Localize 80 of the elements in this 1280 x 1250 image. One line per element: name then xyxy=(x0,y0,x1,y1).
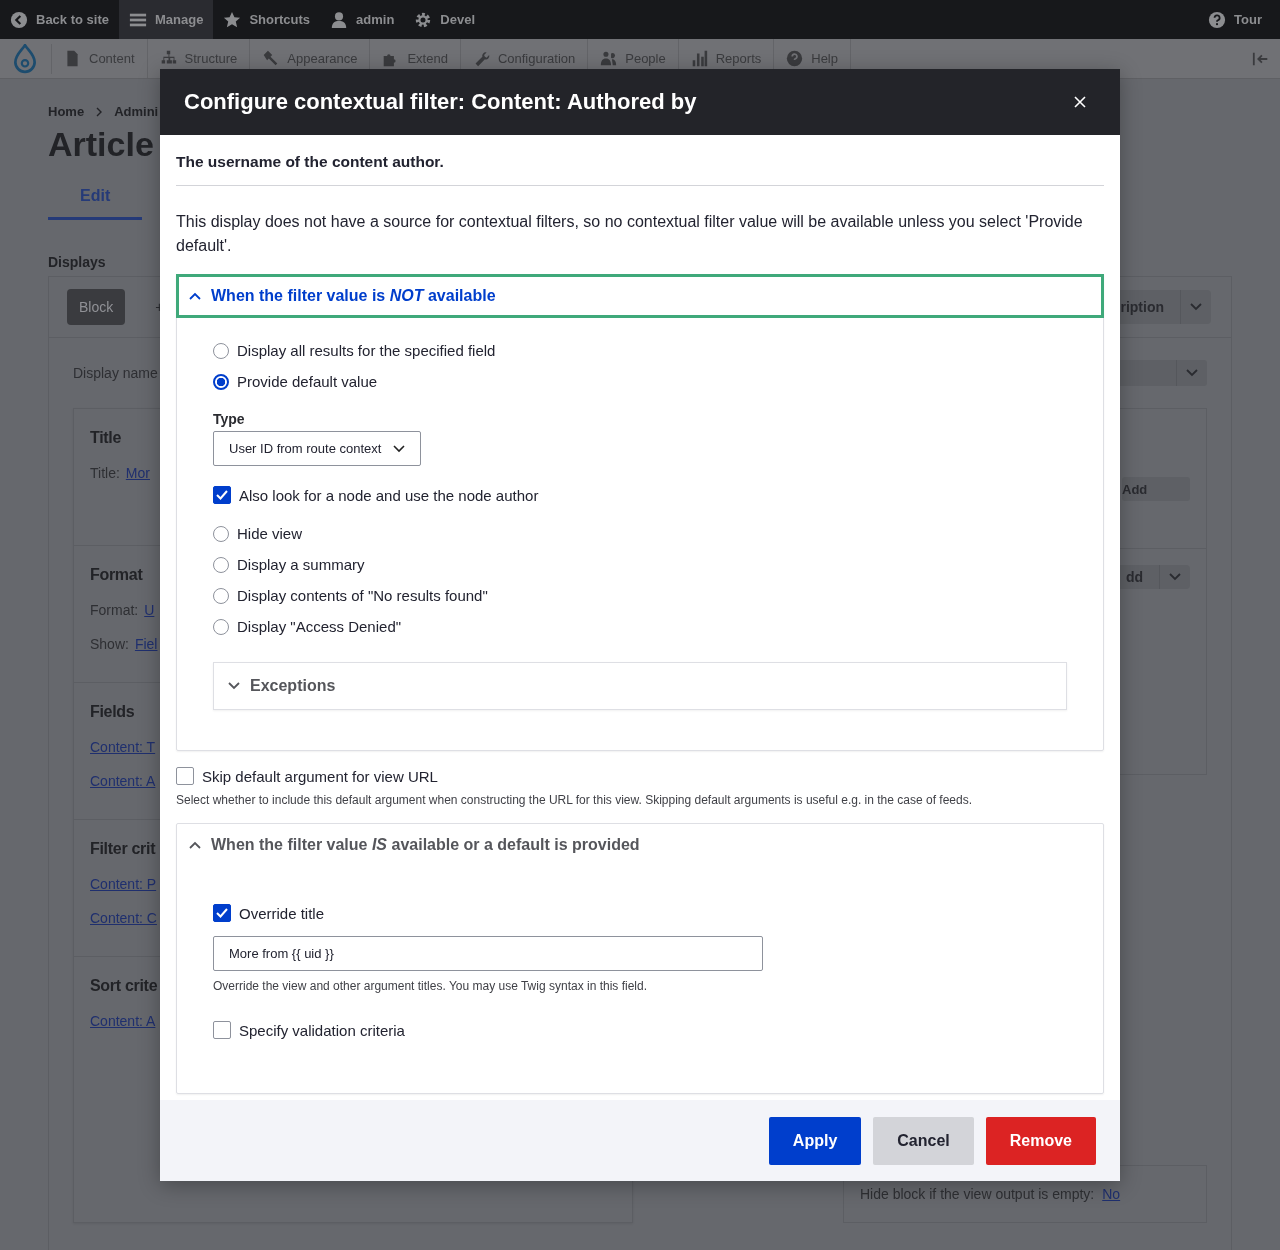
section-title: Sort crite xyxy=(90,977,158,995)
radio-label: Hide view xyxy=(237,525,303,542)
chevron-right-icon xyxy=(96,106,103,117)
setting-link[interactable]: Content: T xyxy=(90,739,156,755)
setting-link[interactable]: No xyxy=(1102,1186,1121,1202)
toolbar-item[interactable]: Manage xyxy=(119,0,214,39)
apply-button[interactable]: Apply xyxy=(768,1116,862,1165)
gear-icon xyxy=(414,10,433,29)
sitemap-icon xyxy=(159,50,177,67)
notice-text: This display does not have a source for contextual filters, so no contextual filter value will be available unless you select 'Provide default'. xyxy=(176,212,1084,256)
setting-label: Format: xyxy=(90,602,139,618)
title-input-field[interactable]: More from {{ uid }} xyxy=(213,936,763,971)
radio-button[interactable] xyxy=(213,373,229,390)
bar-chart-icon xyxy=(690,50,708,67)
checkbox-label: Override title xyxy=(239,904,325,922)
back-icon xyxy=(10,10,28,29)
exceptions-toggle[interactable]: Exceptions xyxy=(213,662,1067,710)
admin-menu-item[interactable]: Content xyxy=(52,39,148,78)
close-icon[interactable] xyxy=(1074,96,1086,108)
section-title: Format xyxy=(90,566,143,584)
section-title: Fields xyxy=(90,703,135,721)
chevron-icon xyxy=(189,292,201,300)
field-description: Override the view and other argument titles. You may use Twig syntax in this field. xyxy=(213,979,648,993)
checkbox[interactable] xyxy=(213,486,231,504)
setting-link[interactable]: Mor xyxy=(125,465,150,481)
checkbox-label: Specify validation criteria xyxy=(239,1021,405,1039)
help-icon xyxy=(1208,10,1227,29)
remove-button[interactable]: Remove xyxy=(985,1116,1096,1165)
setting-link[interactable]: Content: A xyxy=(90,1013,156,1029)
chevron-down-icon xyxy=(1190,303,1202,311)
radio-label: Display "Access Denied" xyxy=(237,618,402,635)
field-label: Type xyxy=(213,411,246,427)
radio-label: Display all results for the specified field xyxy=(237,342,496,359)
document-icon xyxy=(64,50,81,67)
checkbox-label: Skip default argument for view URL xyxy=(202,767,438,785)
section-title: Filter crit xyxy=(90,840,156,858)
setting-link[interactable]: U xyxy=(144,602,155,618)
cancel-button[interactable]: Cancel xyxy=(873,1116,974,1165)
breadcrumb-link[interactable]: Home xyxy=(48,104,85,119)
section-title: Title xyxy=(90,429,122,447)
chevron-down-icon xyxy=(1186,369,1198,377)
radio-label: Provide default value xyxy=(237,373,378,390)
page-tab[interactable]: Edit xyxy=(48,177,143,220)
chevron-down-icon xyxy=(1169,573,1181,581)
setting-link[interactable]: Fiel xyxy=(134,636,158,652)
chevron-down-icon xyxy=(393,444,406,453)
setting-link[interactable]: Content: A xyxy=(90,773,156,789)
hammer-icon xyxy=(262,50,280,67)
field-label: Display name xyxy=(73,365,158,381)
checkbox[interactable] xyxy=(213,1021,231,1039)
page-title: Article xyxy=(48,124,154,165)
toolbar-item[interactable]: Devel xyxy=(404,0,486,39)
help-icon xyxy=(786,50,804,67)
dialog-title: Configure contextual filter: Content: Authored by xyxy=(184,89,698,115)
chevron-icon xyxy=(228,682,240,690)
type-select[interactable]: User ID from route context xyxy=(213,431,422,466)
radio-label: Display contents of "No results found" xyxy=(237,587,488,604)
people-icon xyxy=(600,50,618,67)
tour-button[interactable]: Tour xyxy=(1198,0,1280,39)
section-label: Displays xyxy=(48,254,107,270)
checkbox[interactable] xyxy=(213,904,231,922)
checkbox[interactable] xyxy=(176,767,194,785)
breadcrumb-link[interactable]: Admini xyxy=(114,104,159,119)
toolbar-item[interactable]: admin xyxy=(320,0,405,39)
radio-label: Display a summary xyxy=(237,556,365,573)
setting-link[interactable]: Content: P xyxy=(90,876,157,892)
setting-link[interactable]: Content: C xyxy=(90,910,157,926)
setting-label: Title: xyxy=(90,465,120,481)
field-description: Select whether to include this default argument when constructing the URL for this view. Skipping default arguments is useful e.g. in the case of feeds. xyxy=(176,793,973,807)
setting-label: Show: xyxy=(90,636,129,652)
filter-description: The username of the content author. xyxy=(176,135,1104,186)
chevron-icon xyxy=(189,841,201,849)
star-icon xyxy=(223,10,242,29)
fieldset-toggle[interactable]: When the filter value is NOT available xyxy=(177,275,1103,317)
fieldset-toggle[interactable]: When the filter value IS available or a default is provided xyxy=(177,824,1103,866)
display-tab[interactable]: Block xyxy=(67,289,126,325)
toolbar-item[interactable]: Back to site xyxy=(0,0,119,39)
toolbar-item[interactable]: Shortcuts xyxy=(213,0,321,39)
user-icon xyxy=(330,10,349,29)
checkbox-label: Also look for a node and use the node author xyxy=(239,486,539,504)
